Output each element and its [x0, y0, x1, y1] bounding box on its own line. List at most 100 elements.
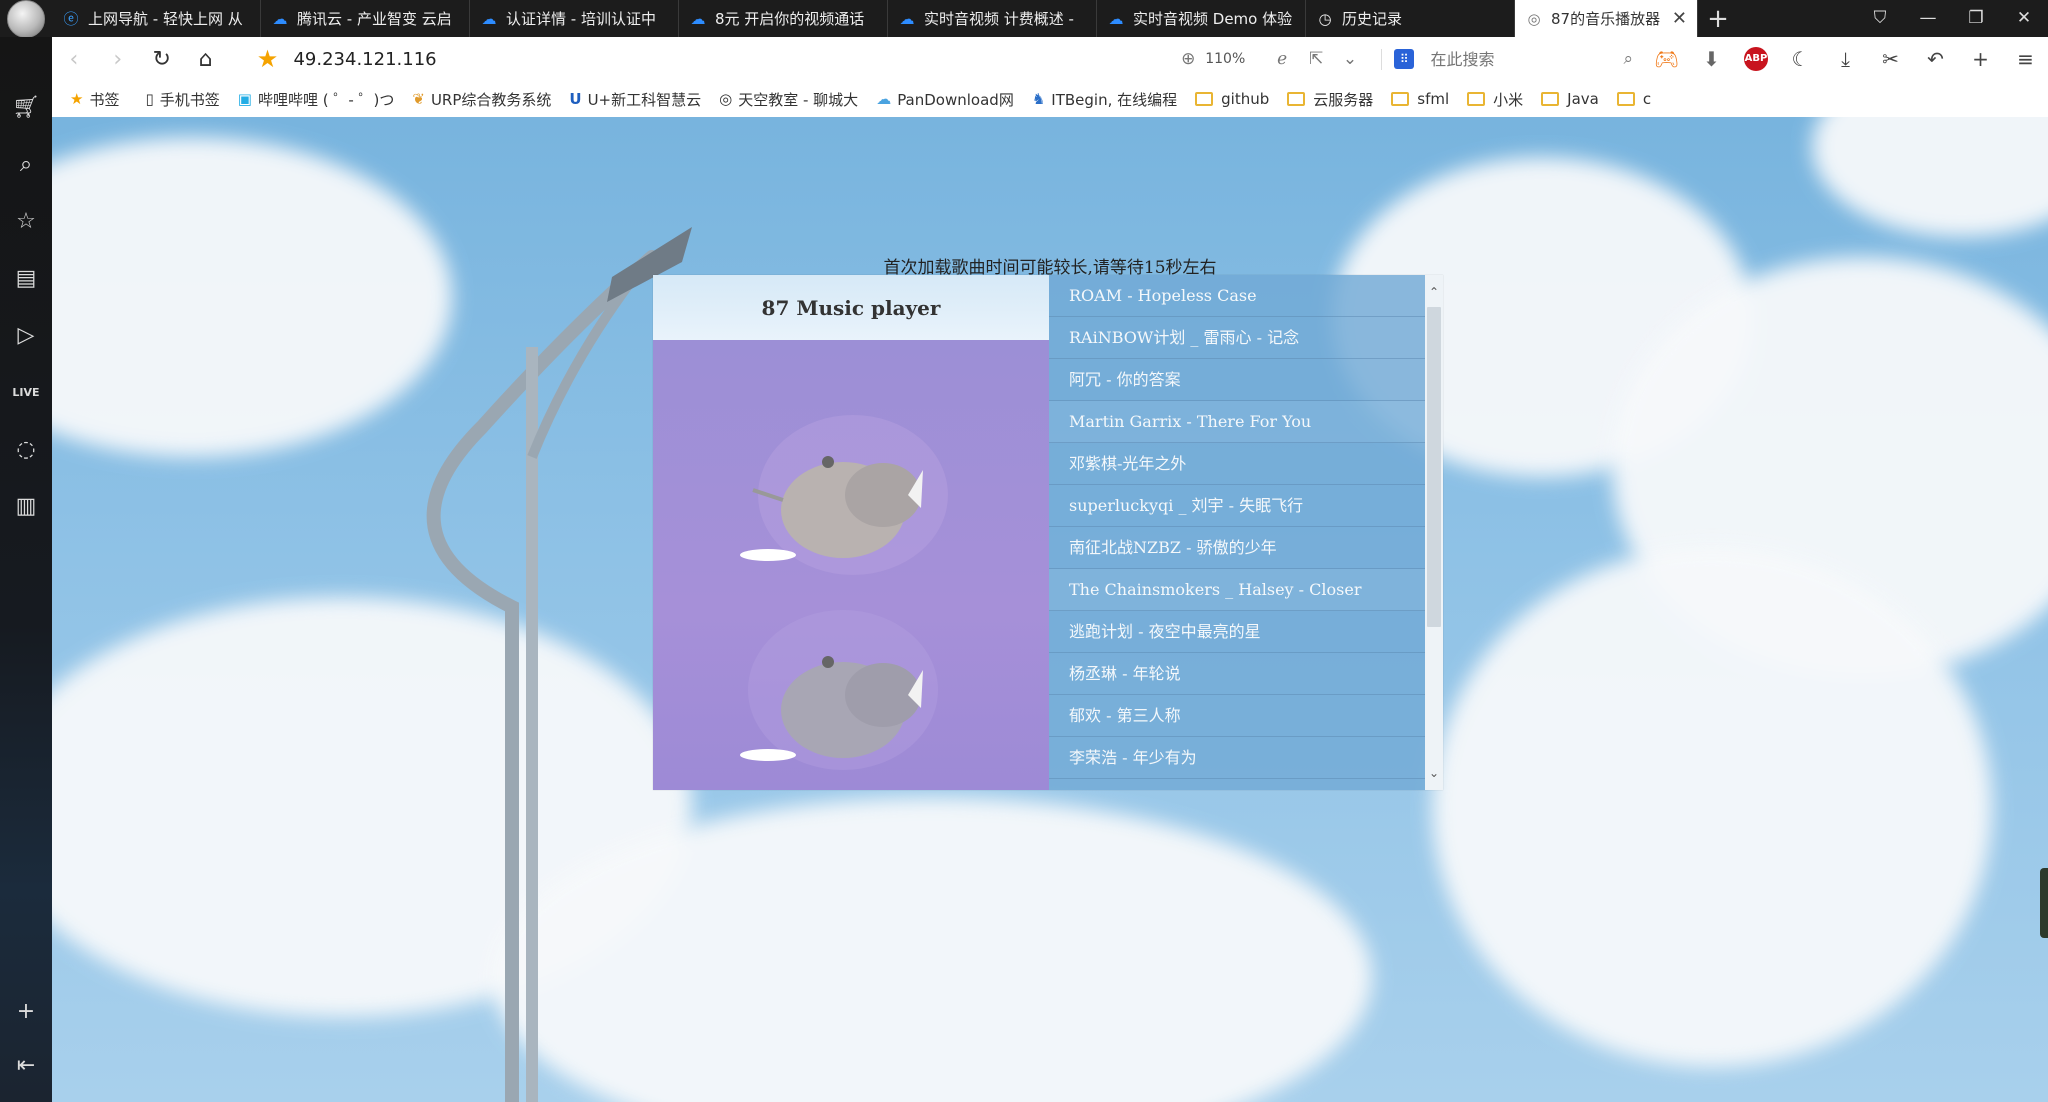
chevron-down-icon[interactable]: ⌄	[1333, 49, 1367, 69]
menu-icon[interactable]: ≡	[2003, 47, 2048, 71]
tab[interactable]: ☁ 腾讯云 - 产业智变 云启	[261, 0, 470, 37]
tab[interactable]: ☁ 实时音视频 Demo 体验	[1097, 0, 1306, 37]
favorites-icon[interactable]: ☆	[0, 193, 52, 250]
skin-icon[interactable]: ⛉	[1856, 0, 1904, 37]
cart-icon[interactable]: 🛒︎	[0, 79, 52, 136]
zoom-level[interactable]: 110%	[1205, 51, 1245, 67]
tab[interactable]: ☁ 8元 开启你的视频通话	[679, 0, 888, 37]
chat-icon[interactable]: ◌	[0, 421, 52, 478]
forward-button[interactable]: ›	[96, 47, 140, 72]
bookmark-folder[interactable]: 小米	[1467, 89, 1523, 110]
side-widget[interactable]	[2040, 868, 2048, 938]
bookmark-folder[interactable]: c	[1616, 90, 1651, 108]
bookmark-item[interactable]: ◎ 天空教室 - 聊城大	[719, 89, 858, 110]
news-icon[interactable]: ▤	[0, 250, 52, 307]
cloud-icon: ☁	[690, 9, 706, 28]
playlist-item[interactable]: 阿冗 - 你的答案	[1049, 359, 1425, 401]
bookmark-folder[interactable]: sfml	[1391, 90, 1449, 108]
cloud-decoration	[1812, 117, 2048, 237]
address-bar: ‹ › ↻ ⌂ ★ 49.234.121.116 ⊕ 110% ℯ ⇱ ⌄ ⠿ …	[52, 37, 2048, 82]
scroll-down-icon[interactable]: ⌄	[1425, 766, 1443, 780]
live-icon[interactable]: LIVE	[0, 364, 52, 421]
bookmark-item[interactable]: ♞ ITBegin, 在线编程	[1032, 89, 1177, 110]
share-icon[interactable]: ⇱	[1299, 49, 1333, 69]
folder-icon	[1467, 92, 1486, 106]
tab[interactable]: ☁ 实时音视频 计费概述 -	[888, 0, 1097, 37]
playlist-item[interactable]: 杨丞琳 - 年轮说	[1049, 653, 1425, 695]
bookmark-folder[interactable]: 云服务器	[1287, 89, 1373, 110]
search-input[interactable]	[1428, 48, 1613, 70]
home-button[interactable]: ⌂	[184, 47, 228, 72]
playlist-item[interactable]: ROAM - Hopeless Case	[1049, 275, 1425, 317]
download-circle-icon[interactable]: ⬇	[1689, 47, 1734, 71]
search-icon[interactable]: ⌕	[1612, 49, 1644, 69]
cloud-icon: ☁	[876, 90, 892, 108]
tab-active[interactable]: ◎ 87的音乐播放器 ✕	[1515, 0, 1698, 37]
tab[interactable]: ☁ 认证详情 - 培训认证中	[470, 0, 679, 37]
book-icon[interactable]: ▥	[0, 478, 52, 535]
adblock-icon[interactable]: ABP	[1744, 47, 1769, 71]
playlist-item[interactable]: 逃跑计划 - 夜空中最亮的星	[1049, 611, 1425, 653]
folder-icon	[1616, 92, 1635, 106]
search-engine-icon[interactable]: ⠿	[1394, 49, 1415, 69]
reload-button[interactable]: ↻	[140, 47, 184, 72]
folder-icon	[1391, 92, 1410, 106]
clock-icon: ◷	[1318, 9, 1332, 28]
sidebar-collapse-icon[interactable]: ⇤	[0, 1037, 52, 1094]
bookmark-item[interactable]: ★ 书签	[70, 89, 119, 110]
bookmark-item[interactable]: ❦ URP综合教务系统	[412, 89, 551, 110]
playlist-item[interactable]: 郁欢 - 第三人称	[1049, 695, 1425, 737]
window-controls: ⛉ — ❐ ✕	[1856, 0, 2048, 37]
toolbar-right: 🎮︎ ⬇ ABP ☾ ⤓ ✂ ↶ + ≡	[1644, 47, 2048, 71]
u-logo-icon: U	[569, 90, 582, 108]
avatar[interactable]	[0, 0, 52, 38]
rhino-illustration	[740, 415, 948, 770]
player-title: 87 Music player	[653, 275, 1049, 340]
minimize-button[interactable]: —	[1904, 0, 1952, 37]
bilibili-icon: ▣	[237, 90, 252, 108]
search-icon[interactable]: ⌕	[0, 136, 52, 193]
bookmark-item[interactable]: ▣ 哔哩哔哩 ( ゜- ゜)つ	[238, 89, 395, 110]
playlist-item[interactable]: superluckyqi _ 刘宇 - 失眠飞行	[1049, 485, 1425, 527]
scroll-thumb[interactable]	[1427, 307, 1441, 627]
undo-icon[interactable]: ↶	[1913, 47, 1958, 71]
person-icon: ♞	[1031, 90, 1046, 108]
back-button[interactable]: ‹	[52, 47, 96, 72]
e-icon: ⓔ	[63, 10, 79, 28]
playlist-item[interactable]: Martin Garrix - There For You	[1049, 401, 1425, 443]
playlist-item[interactable]: 邓紫棋-光年之外	[1049, 443, 1425, 485]
playlist-scrollbar[interactable]: ⌃ ⌄	[1425, 275, 1443, 790]
bookmark-folder[interactable]: github	[1195, 90, 1269, 108]
bookmark-item[interactable]: ☁ PanDownload网	[876, 89, 1014, 110]
bookmark-item[interactable]: ▯ 手机书签	[145, 89, 219, 110]
playlist-item[interactable]: 李荣浩 - 年少有为	[1049, 737, 1425, 779]
bookmark-item[interactable]: U U+新工科智慧云	[569, 89, 701, 110]
url-field[interactable]: 49.234.121.116	[293, 49, 1171, 70]
add-icon[interactable]: +	[1958, 47, 2003, 71]
close-window-button[interactable]: ✕	[2000, 0, 2048, 37]
scissors-icon[interactable]: ✂	[1868, 47, 1913, 71]
folder-icon	[1541, 92, 1560, 106]
cloud-icon: ☁	[1108, 9, 1124, 28]
downloads-icon[interactable]: ⤓	[1823, 47, 1868, 71]
video-icon[interactable]: ▷	[0, 307, 52, 364]
close-tab-icon[interactable]: ✕	[1672, 8, 1687, 29]
playlist: ROAM - Hopeless Case RAiNBOW计划 _ 雷雨心 - 记…	[1049, 275, 1425, 790]
zoom-icon[interactable]: ⊕	[1171, 49, 1205, 69]
bookmark-folder[interactable]: Java	[1541, 90, 1599, 108]
tab[interactable]: ◷ 历史记录	[1306, 0, 1515, 37]
ie-mode-icon[interactable]: ℯ	[1265, 49, 1299, 69]
restore-button[interactable]: ❐	[1952, 0, 2000, 37]
night-mode-icon[interactable]: ☾	[1778, 47, 1823, 71]
sidebar-add-icon[interactable]: +	[0, 983, 52, 1040]
new-tab-button[interactable]: +	[1698, 4, 1738, 34]
playlist-item[interactable]: RAiNBOW计划 _ 雷雨心 - 记念	[1049, 317, 1425, 359]
bookmark-star-icon[interactable]: ★	[248, 45, 288, 73]
playlist-item[interactable]: The Chainsmokers _ Halsey - Closer	[1049, 569, 1425, 611]
page-content: 首次加载歌曲时间可能较长,请等待15秒左右 87 Music player RO…	[52, 117, 2048, 1102]
tab-bar: ⓔ 上网导航 - 轻快上网 从 ☁ 腾讯云 - 产业智变 云启 ☁ 认证详情 - 培训…	[0, 0, 2048, 38]
game-icon[interactable]: 🎮︎	[1644, 47, 1689, 71]
scroll-up-icon[interactable]: ⌃	[1425, 285, 1443, 299]
tab[interactable]: ⓔ 上网导航 - 轻快上网 从	[52, 0, 261, 37]
playlist-item[interactable]: 南征北战NZBZ - 骄傲的少年	[1049, 527, 1425, 569]
